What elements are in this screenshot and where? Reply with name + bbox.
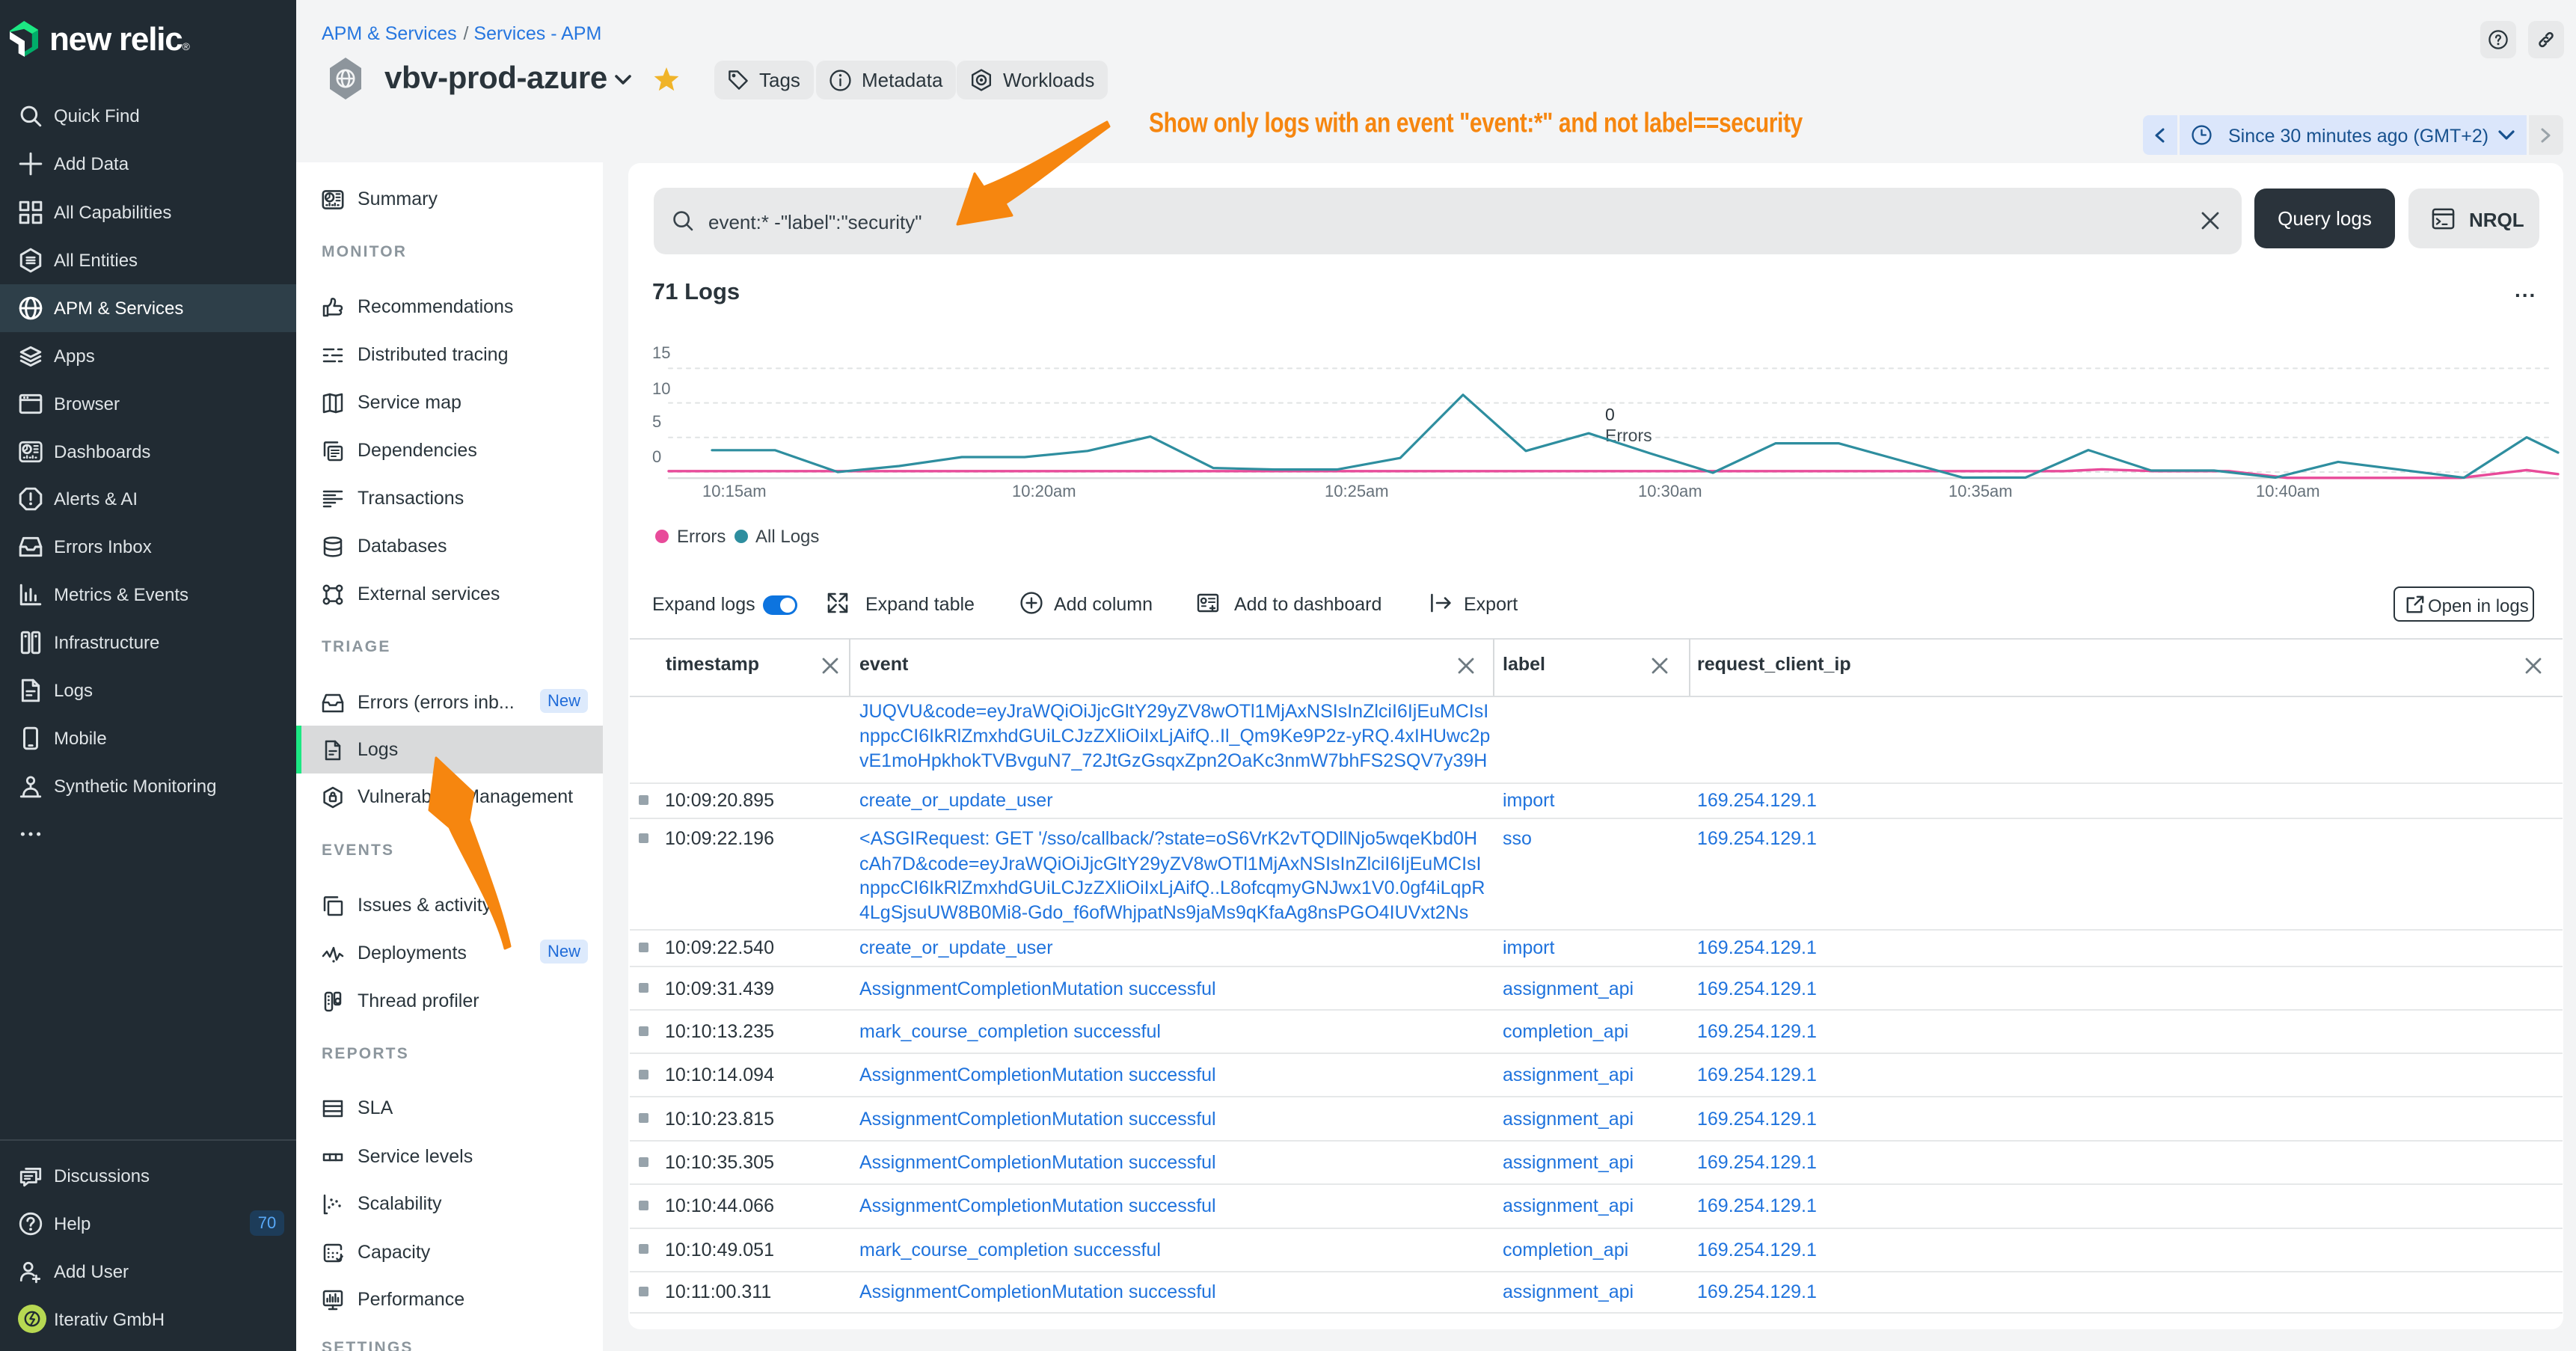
svg-text:10:20am: 10:20am [1012,482,1076,500]
svg-text:0: 0 [1605,405,1615,424]
svg-text:15: 15 [652,343,670,362]
svg-text:10:15am: 10:15am [702,482,767,500]
svg-text:10:30am: 10:30am [1638,482,1702,500]
svg-text:10:40am: 10:40am [2256,482,2320,500]
svg-text:10:35am: 10:35am [1948,482,2013,500]
svg-text:0: 0 [652,447,661,466]
svg-text:10: 10 [652,379,670,398]
svg-text:5: 5 [652,412,661,431]
svg-text:10:25am: 10:25am [1325,482,1389,500]
